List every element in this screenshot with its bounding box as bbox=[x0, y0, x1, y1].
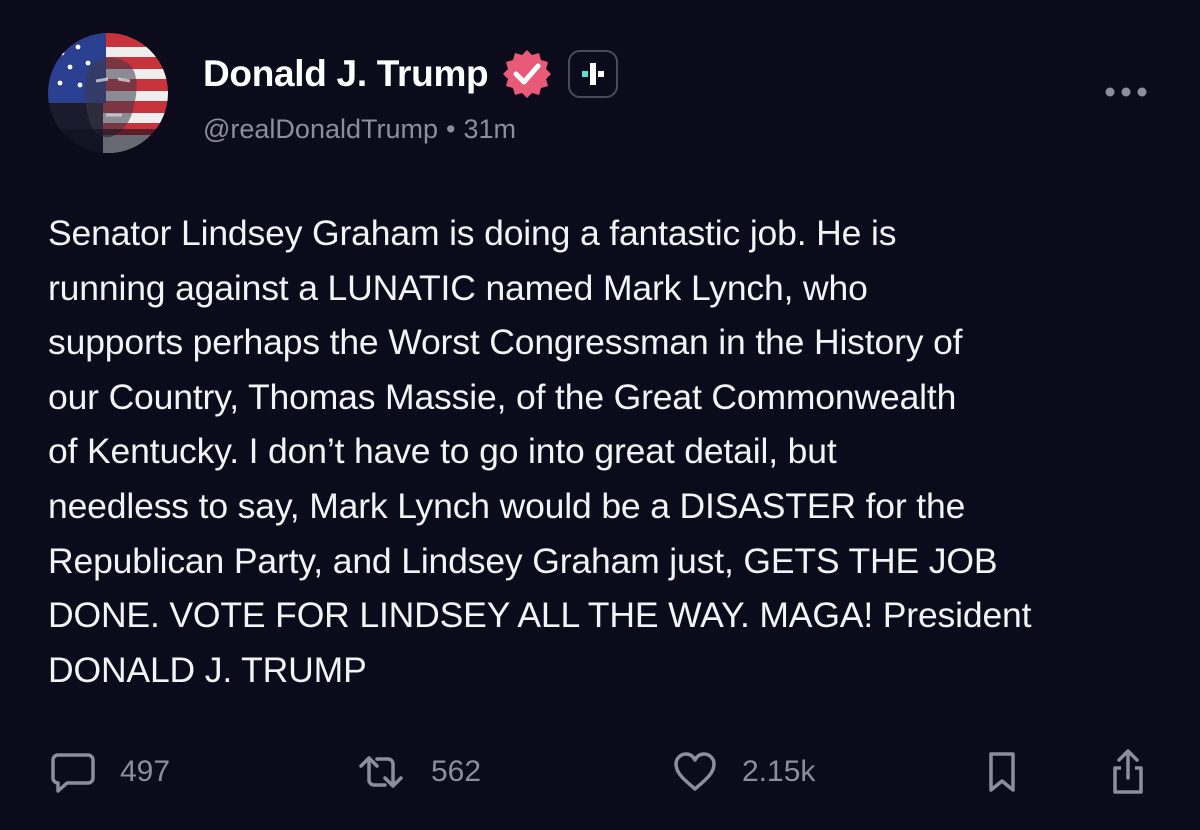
bookmark-icon bbox=[989, 752, 1015, 792]
author-display-name[interactable]: Donald J. Trump bbox=[203, 53, 489, 95]
author-name-row: Donald J. Trump bbox=[203, 47, 619, 101]
avatar-image bbox=[48, 33, 168, 153]
repost-button[interactable]: 562 bbox=[355, 740, 481, 804]
action-bar: 497 562 2.15k bbox=[0, 740, 1200, 804]
reply-count: 497 bbox=[120, 755, 171, 788]
post-card: Donald J. Trump @realDonaldTrump • 31m Sen… bbox=[0, 0, 1200, 830]
author-handle[interactable]: @realDonaldTrump bbox=[203, 114, 438, 144]
repost-icon bbox=[359, 756, 403, 788]
more-options-button[interactable] bbox=[1100, 78, 1152, 106]
reply-button[interactable]: 497 bbox=[50, 740, 170, 804]
heart-icon bbox=[674, 752, 716, 791]
comment-icon bbox=[51, 753, 95, 793]
meta-separator: • bbox=[446, 114, 456, 144]
more-dots-icon bbox=[1105, 87, 1147, 97]
author-meta: @realDonaldTrump • 31m bbox=[203, 114, 516, 145]
like-count: 2.15k bbox=[742, 755, 816, 788]
share-button[interactable] bbox=[1108, 740, 1148, 804]
like-button[interactable]: 2.15k bbox=[672, 740, 815, 804]
share-icon bbox=[1113, 749, 1143, 794]
post-timestamp[interactable]: 31m bbox=[463, 114, 516, 144]
bookmark-button[interactable] bbox=[985, 740, 1019, 804]
post-body: Senator Lindsey Graham is doing a fantas… bbox=[48, 213, 1032, 690]
verified-badge-icon bbox=[500, 47, 554, 101]
avatar[interactable] bbox=[48, 33, 168, 153]
repost-count: 562 bbox=[431, 755, 482, 788]
plus-badge-icon[interactable] bbox=[568, 50, 619, 98]
